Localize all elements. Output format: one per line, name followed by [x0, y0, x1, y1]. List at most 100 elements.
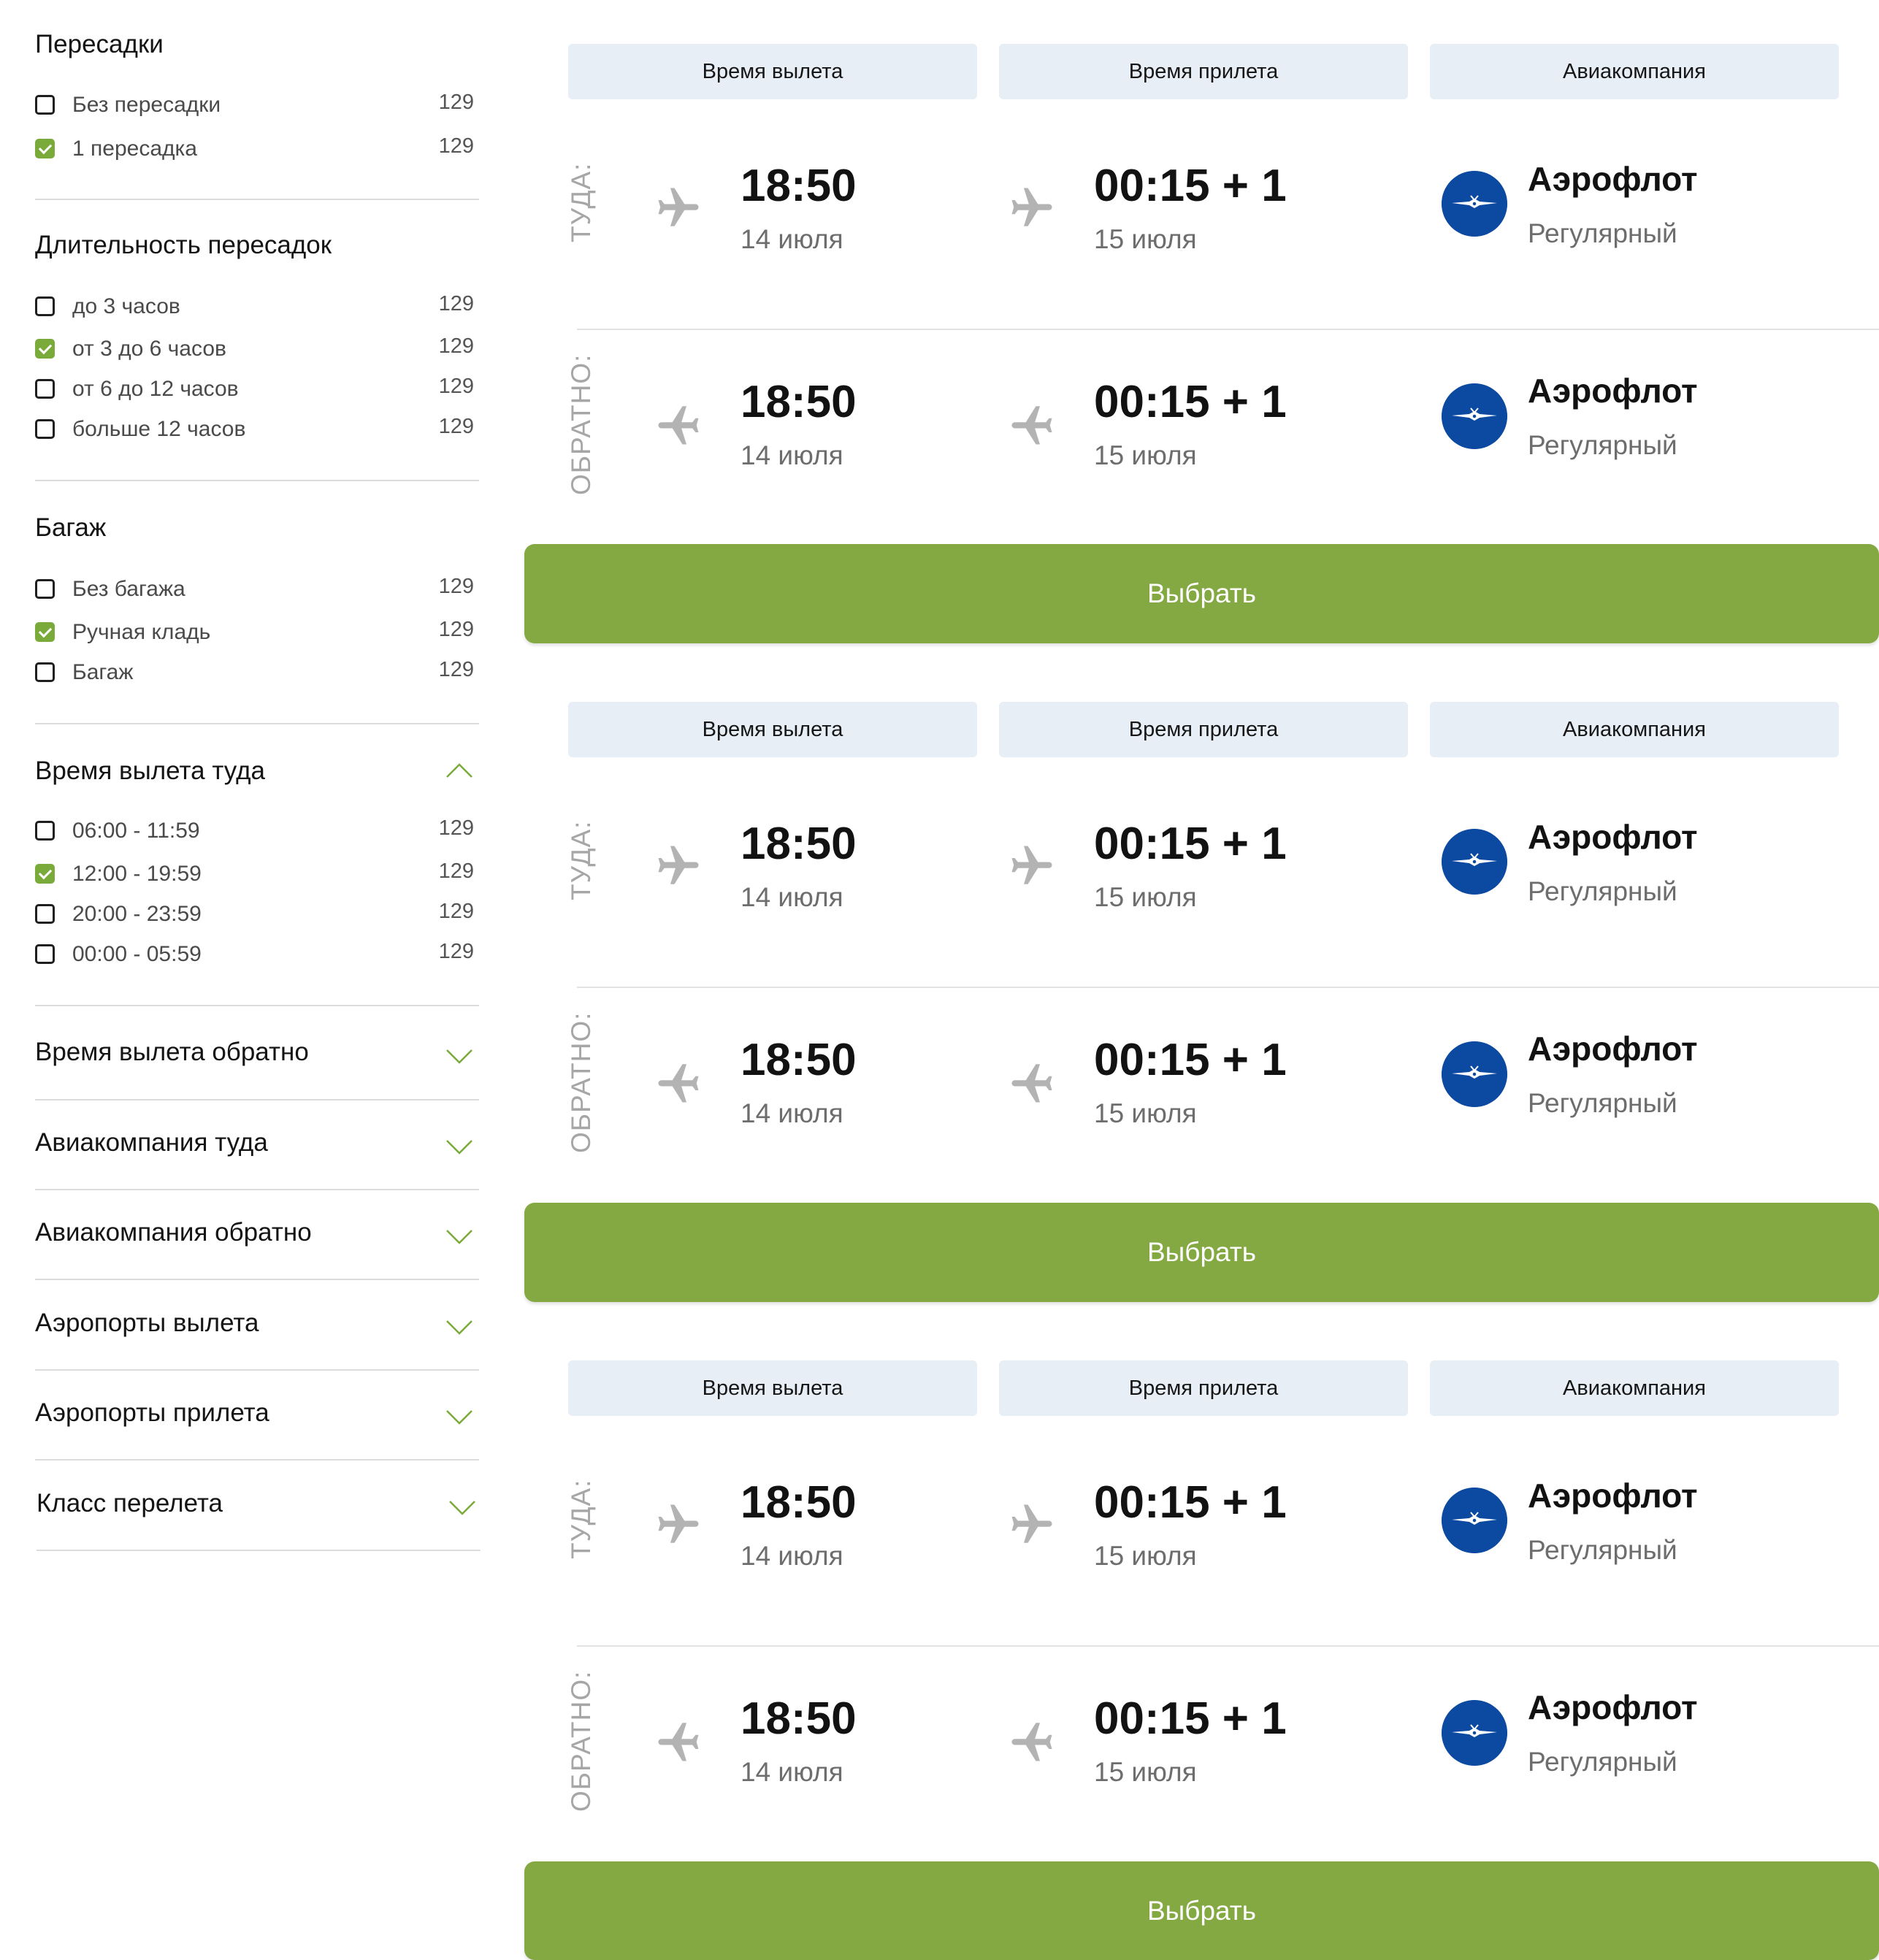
filter-title: Длительность пересадок [35, 231, 332, 259]
filter-option[interactable]: 06:00 - 11:59 129 [35, 816, 479, 847]
divider [35, 1099, 479, 1100]
direction-label: ОБРАТНО: [566, 353, 596, 495]
segment-there: ТУДА: 18:50 14 июля 00:15 + 1 15 июля Аэ… [524, 112, 1879, 329]
aeroflot-logo [1442, 1700, 1507, 1766]
checkbox-checked-icon[interactable] [35, 622, 55, 642]
checkbox[interactable] [35, 904, 55, 924]
airline-name: Аэрофлот [1528, 1688, 1698, 1726]
filter-title: Аэропорты прилета [35, 1398, 269, 1427]
airline-name: Аэрофлот [1528, 1477, 1698, 1515]
filter-option[interactable]: Без багажа 129 [35, 575, 479, 605]
segment-back: ОБРАТНО: 18:50 14 июля 00:15 + 1 15 июля… [524, 987, 1879, 1203]
sort-airline-button[interactable]: Авиакомпания [1430, 1360, 1839, 1416]
divider [37, 1550, 481, 1551]
aeroflot-logo [1442, 1488, 1507, 1553]
arrival-date: 15 июля [1094, 1757, 1197, 1787]
airplane-icon [1011, 846, 1052, 884]
segment-there: ТУДА: 18:50 14 июля 00:15 + 1 15 июля Аэ… [524, 770, 1879, 987]
divider [35, 1279, 479, 1280]
sort-arrival-time-button[interactable]: Время прилета [999, 1360, 1408, 1416]
filter-option[interactable]: Ручная кладь 129 [35, 618, 479, 648]
filter-option[interactable]: больше 12 часов 129 [35, 415, 479, 445]
filter-option-label: 06:00 - 11:59 [72, 819, 200, 843]
filter-option-label: 1 пересадка [72, 137, 197, 161]
filter-title: Авиакомпания обратно [35, 1218, 312, 1247]
aeroflot-logo [1442, 829, 1507, 895]
filter-option-count: 129 [438, 334, 474, 358]
sort-departure-time-button[interactable]: Время вылета [568, 1360, 977, 1416]
checkbox[interactable] [35, 379, 55, 399]
filter-option[interactable]: Без пересадки 129 [35, 91, 479, 121]
filter-option[interactable]: 20:00 - 23:59 129 [35, 900, 479, 930]
filter-option[interactable]: 00:00 - 05:59 129 [35, 940, 479, 971]
flight-type: Регулярный [1528, 1535, 1677, 1565]
filter-airline-there[interactable]: Авиакомпания туда [35, 1121, 479, 1165]
arrival-date: 15 июля [1094, 1098, 1197, 1128]
airline-name: Аэрофлот [1528, 372, 1698, 410]
arrival-time: 00:15 + 1 [1094, 819, 1287, 869]
departure-date: 14 июля [740, 1757, 843, 1787]
filter-option-count: 129 [438, 375, 474, 398]
sort-arrival-time-button[interactable]: Время прилета [999, 44, 1408, 99]
filter-flight-class[interactable]: Класс перелета [35, 1482, 479, 1525]
filter-option-count: 129 [438, 900, 474, 923]
filter-header-toggle[interactable]: Время вылета туда [35, 752, 479, 796]
checkbox-checked-icon[interactable] [35, 339, 55, 359]
aeroflot-logo [1442, 171, 1507, 237]
checkbox[interactable] [35, 95, 55, 115]
departure-time: 18:50 [740, 161, 857, 211]
select-button[interactable]: Выбрать [524, 1861, 1879, 1960]
aeroflot-logo [1442, 383, 1507, 449]
filter-option[interactable]: от 6 до 12 часов 129 [35, 375, 479, 405]
filter-option-label: 00:00 - 05:59 [72, 942, 202, 966]
filter-option-label: 20:00 - 23:59 [72, 902, 202, 926]
filter-option[interactable]: 1 пересадка 129 [35, 134, 479, 165]
arrival-date: 15 июля [1094, 1541, 1197, 1571]
filter-option-label: до 3 часов [72, 294, 180, 318]
select-button[interactable]: Выбрать [524, 544, 1879, 643]
checkbox-checked-icon[interactable] [35, 139, 55, 158]
segment-there: ТУДА: 18:50 14 июля 00:15 + 1 15 июля Аэ… [524, 1429, 1879, 1645]
select-button[interactable]: Выбрать [524, 1203, 1879, 1302]
filter-option[interactable]: до 3 часов 129 [35, 292, 479, 323]
arrival-time: 00:15 + 1 [1094, 161, 1287, 211]
checkbox[interactable] [35, 296, 55, 316]
checkbox[interactable] [35, 419, 55, 439]
divider [35, 723, 479, 724]
filter-option[interactable]: от 3 до 6 часов 129 [35, 334, 479, 365]
filter-option[interactable]: 12:00 - 19:59 129 [35, 860, 479, 890]
checkbox-checked-icon[interactable] [35, 864, 55, 884]
filter-option-count: 129 [438, 658, 474, 681]
chevron-down-icon [449, 1501, 475, 1515]
filter-title: Время вылета обратно [35, 1038, 309, 1066]
filter-airline-back[interactable]: Авиакомпания обратно [35, 1211, 479, 1255]
filter-option-label: 12:00 - 19:59 [72, 862, 202, 886]
filter-arrival-airports[interactable]: Аэропорты прилета [35, 1391, 479, 1435]
direction-label: ОБРАТНО: [566, 1670, 596, 1812]
sort-arrival-time-button[interactable]: Время прилета [999, 702, 1408, 757]
filter-option[interactable]: Багаж 129 [35, 658, 479, 689]
checkbox[interactable] [35, 821, 55, 841]
divider [35, 1459, 479, 1461]
filter-departure-airports[interactable]: Аэропорты вылета [35, 1301, 479, 1345]
direction-label: ОБРАТНО: [566, 1011, 596, 1153]
checkbox[interactable] [35, 579, 55, 599]
filter-option-count: 129 [438, 415, 474, 438]
filter-title: Класс перелета [37, 1489, 223, 1517]
departure-time: 18:50 [740, 1035, 857, 1085]
sort-airline-button[interactable]: Авиакомпания [1430, 702, 1839, 757]
checkbox[interactable] [35, 662, 55, 682]
filter-option-label: от 6 до 12 часов [72, 377, 239, 401]
sort-departure-time-button[interactable]: Время вылета [568, 44, 977, 99]
filter-title: Время вылета туда [35, 757, 265, 785]
flight-type: Регулярный [1528, 876, 1677, 906]
departure-time: 18:50 [740, 1693, 857, 1744]
filter-option-label: от 3 до 6 часов [72, 337, 226, 361]
filter-departure-time-back[interactable]: Время вылета обратно [35, 1031, 479, 1075]
sort-departure-time-button[interactable]: Время вылета [568, 702, 977, 757]
checkbox[interactable] [35, 944, 55, 964]
departure-date: 14 июля [740, 882, 843, 912]
arrival-time: 00:15 + 1 [1094, 1477, 1287, 1528]
flight-type: Регулярный [1528, 1088, 1677, 1118]
sort-airline-button[interactable]: Авиакомпания [1430, 44, 1839, 99]
